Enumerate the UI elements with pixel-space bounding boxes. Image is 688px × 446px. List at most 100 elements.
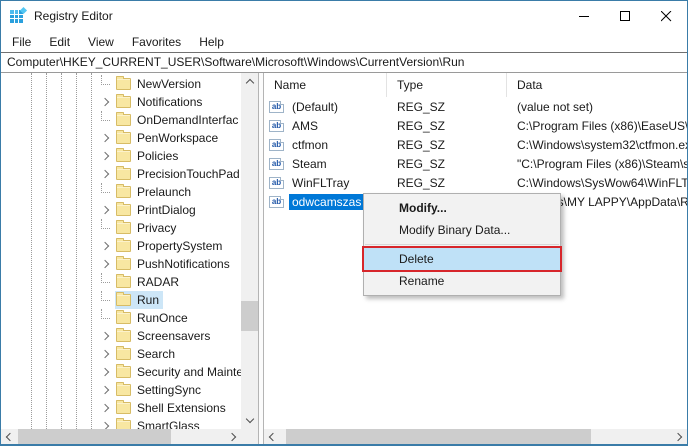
value-name: AMS (289, 118, 321, 134)
value-name: Steam (289, 156, 330, 172)
tree-item-radar[interactable]: RADAR (1, 273, 241, 291)
scrollbar-thumb[interactable] (18, 429, 171, 444)
tree-item-prelaunch[interactable]: Prelaunch (1, 183, 241, 201)
minimize-button[interactable] (564, 1, 605, 31)
chevron-right-icon[interactable] (98, 201, 115, 219)
tree-item-policies[interactable]: Policies (1, 147, 241, 165)
tree-item-security-and-mainte[interactable]: Security and Mainte (1, 363, 241, 381)
column-header-type[interactable]: Type (387, 73, 507, 97)
tree-item-label: NewVersion (137, 77, 201, 91)
scrollbar-thumb[interactable] (286, 429, 591, 444)
chevron-right-icon[interactable] (98, 327, 115, 345)
chevron-right-icon[interactable] (98, 381, 115, 399)
folder-icon (116, 168, 131, 180)
scroll-right-button[interactable] (672, 429, 687, 444)
chevron-right-icon[interactable] (98, 399, 115, 417)
tree-item-body: Security and Mainte (115, 363, 241, 381)
string-value-ab-icon: ab (269, 196, 284, 208)
column-header-name[interactable]: Name (264, 73, 387, 97)
scroll-right-button[interactable] (226, 429, 241, 444)
chevron-right-icon[interactable] (98, 417, 115, 429)
tree-item-notifications[interactable]: Notifications (1, 93, 241, 111)
scroll-down-button[interactable] (241, 412, 258, 429)
chevron-right-icon[interactable] (98, 255, 115, 273)
tree-item-pushnotifications[interactable]: PushNotifications (1, 255, 241, 273)
tree-item-runonce[interactable]: RunOnce (1, 309, 241, 327)
tree-item-smartglass[interactable]: SmartGlass (1, 417, 241, 429)
maximize-button[interactable] (605, 1, 646, 31)
tree-item-privacy[interactable]: Privacy (1, 219, 241, 237)
menu-item-edit[interactable]: Edit (40, 33, 79, 51)
tree-item-run[interactable]: Run (1, 291, 241, 309)
tree-item-label: Search (137, 347, 175, 361)
chevron-right-icon[interactable] (98, 363, 115, 381)
context-menu-item-modify[interactable]: Modify... (364, 197, 560, 219)
tree-item-label: PrintDialog (137, 203, 196, 217)
context-menu-item-rename[interactable]: Rename (364, 270, 560, 292)
list-horizontal-scrollbar[interactable] (264, 429, 687, 444)
context-menu-item-modify-binary-data[interactable]: Modify Binary Data... (364, 219, 560, 241)
column-header-data[interactable]: Data (507, 73, 687, 97)
tree-item-newversion[interactable]: NewVersion (1, 75, 241, 93)
tree-item-body: PrintDialog (115, 201, 200, 219)
data-cell: C:\Program Files (x86)\EaseUS\Ea (507, 119, 687, 133)
type-cell: REG_SZ (387, 119, 507, 133)
value-name: (Default) (289, 99, 341, 115)
data-cell: C:\Windows\system32\ctfmon.ex (507, 138, 687, 152)
list-row-ams[interactable]: ab AMS REG_SZC:\Program Files (x86)\EaseUS… (264, 116, 687, 135)
menu-item-favorites[interactable]: Favorites (123, 33, 190, 51)
name-cell: ab AMS (264, 118, 387, 134)
chevron-right-icon[interactable] (98, 93, 115, 111)
tree-vertical-scrollbar[interactable] (241, 73, 258, 429)
chevron-right-icon[interactable] (98, 345, 115, 363)
tree-item-ondemandinterfac[interactable]: OnDemandInterfac (1, 111, 241, 129)
type-cell: REG_SZ (387, 138, 507, 152)
tree-item-label: PropertySystem (137, 239, 222, 253)
string-value-ab-icon: ab (269, 158, 284, 170)
tree-item-body: PropertySystem (115, 237, 226, 255)
tree-leaf-connector (98, 291, 115, 309)
address-bar[interactable]: Computer\HKEY_CURRENT_USER\Software\Micr… (1, 52, 687, 73)
tree-leaf-connector (98, 183, 115, 201)
close-button[interactable] (646, 1, 687, 31)
menu-item-view[interactable]: View (79, 33, 123, 51)
chevron-right-icon[interactable] (98, 129, 115, 147)
menu-item-file[interactable]: File (3, 33, 40, 51)
scroll-left-button[interactable] (264, 429, 279, 444)
tree-horizontal-scrollbar[interactable] (1, 429, 241, 444)
tree-item-search[interactable]: Search (1, 345, 241, 363)
name-cell: ab Steam (264, 156, 387, 172)
tree-item-body: Policies (115, 147, 182, 165)
context-menu-separator (365, 244, 559, 245)
tree-item-screensavers[interactable]: Screensavers (1, 327, 241, 345)
tree-item-propertysystem[interactable]: PropertySystem (1, 237, 241, 255)
tree-item-shell-extensions[interactable]: Shell Extensions (1, 399, 241, 417)
scrollbar-corner (241, 429, 258, 444)
tree-item-precisiontouchpad[interactable]: PrecisionTouchPad (1, 165, 241, 183)
chevron-right-icon[interactable] (98, 147, 115, 165)
menu-item-help[interactable]: Help (190, 33, 233, 51)
string-value-ab-icon: ab (269, 101, 284, 113)
scroll-up-button[interactable] (241, 73, 258, 90)
list-row-ctfmon[interactable]: abctfmonREG_SZC:\Windows\system32\ctfmon… (264, 135, 687, 154)
list-row-winfltray[interactable]: abWinFLTrayREG_SZC:\Windows\SysWow64\Win… (264, 173, 687, 192)
chevron-right-icon[interactable] (98, 237, 115, 255)
list-row-default[interactable]: ab(Default)REG_SZ(value not set) (264, 97, 687, 116)
tree-item-settingsync[interactable]: SettingSync (1, 381, 241, 399)
chevron-right-icon[interactable] (98, 165, 115, 183)
tree-item-printdialog[interactable]: PrintDialog (1, 201, 241, 219)
scrollbar-thumb[interactable] (241, 301, 258, 331)
tree-item-penworkspace[interactable]: PenWorkspace (1, 129, 241, 147)
folder-icon (116, 294, 131, 306)
tree-item-body: Screensavers (115, 327, 214, 345)
context-menu-item-delete[interactable]: Delete (364, 248, 560, 270)
string-value-ab-icon: ab (269, 120, 284, 132)
tree-leaf-connector (98, 309, 115, 327)
list-row-steam[interactable]: abSteamREG_SZ"C:\Program Files (x86)\Ste… (264, 154, 687, 173)
folder-icon (116, 402, 131, 414)
tree-item-label: RunOnce (137, 311, 188, 325)
name-cell: abWinFLTray (264, 175, 387, 191)
tree-leaf-connector (98, 75, 115, 93)
folder-icon (116, 222, 131, 234)
scroll-left-button[interactable] (1, 429, 16, 444)
